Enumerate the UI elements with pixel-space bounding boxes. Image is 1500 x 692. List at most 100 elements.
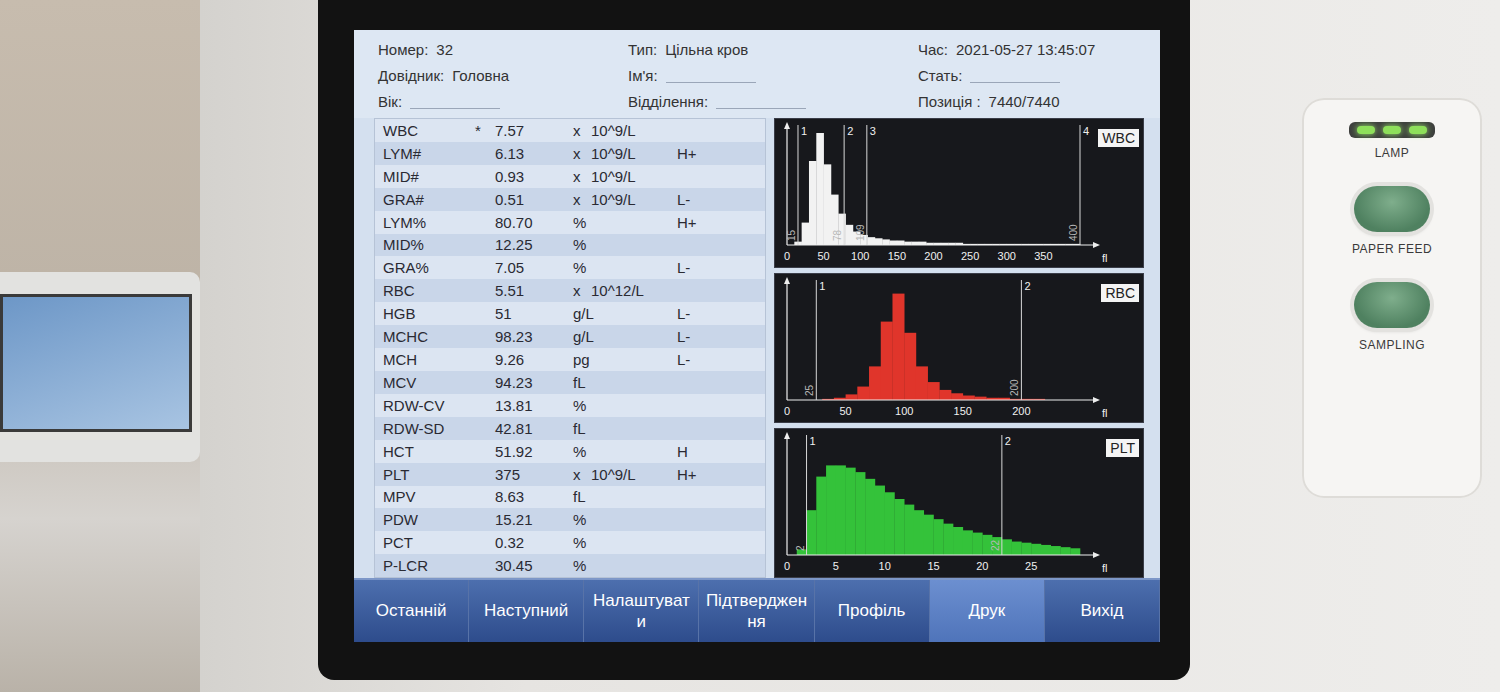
result-mark: * xyxy=(475,122,495,139)
histogram-bar xyxy=(836,465,846,555)
marker-line xyxy=(844,125,845,245)
field-label: Номер: xyxy=(378,41,428,58)
result-row: MID%12.25% xyxy=(375,234,765,257)
histogram-bar xyxy=(857,387,869,400)
marker: 4400 xyxy=(1068,125,1089,245)
histogram-bar xyxy=(894,499,904,555)
histogram-panel: 1252200050100150200flRBC xyxy=(774,273,1144,423)
toolbar-button[interactable]: Наступний xyxy=(469,580,584,642)
histogram-bar xyxy=(934,519,944,555)
unit-multiplier: x xyxy=(573,122,591,139)
histogram-bar xyxy=(914,510,924,555)
field-label: Вік: xyxy=(378,93,402,110)
axis-unit: fl xyxy=(1102,562,1108,574)
result-row: HGB51g/LL- xyxy=(375,302,765,325)
axis-tick: 100 xyxy=(851,250,869,262)
field-value xyxy=(666,68,756,83)
marker-value: 15 xyxy=(786,229,797,241)
result-row: WBC*7.57x10^9/L xyxy=(375,119,765,142)
other-device-screen xyxy=(0,294,192,432)
result-row: MCV94.23fL xyxy=(375,371,765,394)
axis-tick: 0 xyxy=(784,250,790,262)
marker-value: 2 xyxy=(795,545,806,551)
field-value: 32 xyxy=(436,41,453,58)
toolbar-button[interactable]: Останній xyxy=(354,580,469,642)
histogram-bar xyxy=(963,530,973,555)
unit-multiplier: x xyxy=(573,466,591,483)
parameter-name: MCHC xyxy=(383,328,475,345)
axis-tick: 20 xyxy=(976,560,988,572)
marker-value: 78 xyxy=(832,229,843,241)
histogram-bar xyxy=(1041,545,1051,555)
result-value: 9.26 xyxy=(495,351,573,368)
result-unit: % xyxy=(573,397,677,414)
histogram-bar xyxy=(892,294,904,400)
toolbar-button[interactable]: Профіль xyxy=(815,580,930,642)
y-axis xyxy=(786,280,787,400)
marker-line xyxy=(797,125,798,245)
led-icon xyxy=(1383,126,1401,134)
field-label: Довідник: xyxy=(378,67,444,84)
background-area xyxy=(0,0,200,692)
marker: 2 78 xyxy=(832,125,853,245)
parameter-name: HGB xyxy=(383,305,475,322)
toolbar: ОстаннійНаступнийНалаштуватиПідтвердженн… xyxy=(354,578,1160,642)
histogram-bar xyxy=(824,164,832,245)
marker-index: 3 xyxy=(870,125,876,137)
result-value: 42.81 xyxy=(495,420,573,437)
axis-tick: 350 xyxy=(1034,250,1052,262)
histogram-bar xyxy=(1002,539,1012,555)
axis-tick: 250 xyxy=(961,250,979,262)
result-row: HCT51.92%H xyxy=(375,440,765,463)
toolbar-button[interactable]: Вихід xyxy=(1045,580,1160,642)
header-field: Відділення: xyxy=(628,88,918,114)
parameter-name: WBC xyxy=(383,122,475,139)
result-unit: % xyxy=(573,511,677,528)
result-value: 80.70 xyxy=(495,214,573,231)
field-value xyxy=(410,94,500,109)
field-value: Цільна кров xyxy=(665,41,748,58)
axis-tick: 15 xyxy=(927,560,939,572)
histogram-bar xyxy=(875,238,883,245)
histogram-bar xyxy=(1012,542,1022,555)
result-value: 6.13 xyxy=(495,145,573,162)
parameter-name: PDW xyxy=(383,511,475,528)
led-icon xyxy=(1409,126,1427,134)
parameter-name: MCH xyxy=(383,351,475,368)
histogram-bar xyxy=(1021,543,1031,555)
axis-tick: 10 xyxy=(879,560,891,572)
parameter-name: MCV xyxy=(383,374,475,391)
result-unit: x10^9/L xyxy=(573,168,677,185)
hardware-button[interactable] xyxy=(1354,282,1430,328)
result-flag: H+ xyxy=(677,145,765,162)
y-axis xyxy=(786,125,787,245)
result-row: LYM%80.70%H+ xyxy=(375,211,765,234)
marker: 2200 xyxy=(1009,280,1030,400)
toolbar-button[interactable]: Налаштувати xyxy=(584,580,699,642)
marker: 3109 xyxy=(855,125,876,245)
histogram-bar xyxy=(953,527,963,555)
histogram-bar xyxy=(826,465,836,555)
header-field: Час:2021-05-27 13:45:07 xyxy=(918,36,1142,62)
parameter-name: LYM% xyxy=(383,214,475,231)
axis-tick: 100 xyxy=(895,405,913,417)
analyzer-body: Номер:32Довідник:ГоловнаВік:Тип:Цільна к… xyxy=(200,0,1500,692)
toolbar-button[interactable]: Підтвердження xyxy=(699,580,814,642)
marker-index: 2 xyxy=(847,125,853,137)
header-field: Вік: xyxy=(378,88,628,114)
toolbar-button[interactable]: Друк xyxy=(930,580,1045,642)
histogram-bar xyxy=(802,223,810,245)
result-value: 0.93 xyxy=(495,168,573,185)
parameter-name: GRA% xyxy=(383,259,475,276)
histogram-bar xyxy=(924,515,934,555)
field-value: Головна xyxy=(452,67,509,84)
marker: 125 xyxy=(804,280,825,400)
histogram-panel: 122220510152025flPLT xyxy=(774,428,1144,578)
result-value: 51.92 xyxy=(495,443,573,460)
y-axis-arrow-icon xyxy=(784,122,790,129)
parameter-name: MID# xyxy=(383,168,475,185)
histogram-bar xyxy=(916,366,928,400)
axis-tick: 150 xyxy=(954,405,972,417)
hardware-button[interactable] xyxy=(1354,186,1430,232)
axis-tick: 5 xyxy=(833,560,839,572)
